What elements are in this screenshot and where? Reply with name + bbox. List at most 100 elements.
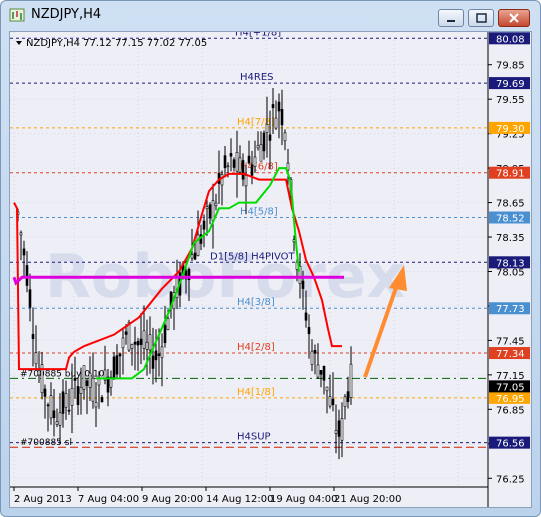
candle-body [19,232,23,236]
candle-body [214,202,218,206]
current-price-tag-label: 77.05 [496,382,525,393]
candle-body [244,175,248,187]
candle-body [256,145,260,149]
candle-body [349,363,353,399]
candle-body [205,206,209,210]
candle-body [334,430,338,434]
candle-body [232,159,236,168]
chart-window-icon [9,8,25,22]
candle-body [145,341,149,350]
price-tick-label: 79.55 [496,95,525,106]
close-button[interactable] [498,9,530,27]
candle-body [157,353,161,357]
price-tick-label: 77.45 [496,336,525,347]
candle-body [43,388,47,397]
level-price-tag-label: 76.56 [496,439,525,450]
candle-body [193,252,197,260]
candle-body [226,165,230,168]
level-label: H4[3/8] [237,297,275,308]
candle-body [307,327,311,335]
chart-window: NZDJPY,H4 RoboForex H4[+1/8] H4RES H4[7/8]… [0,0,541,517]
candle-body [190,254,194,259]
candle-body [322,366,326,381]
candle-body [142,330,146,349]
time-tick-label: 9 Aug 20:00 [142,494,203,505]
candle-body [160,346,164,359]
candle-body [265,124,269,133]
close-icon [509,13,519,23]
candle-body [343,396,347,407]
candle-body [73,377,77,381]
candle-body [37,370,41,376]
level-label: H4SUP [237,432,271,443]
candle-body [58,412,62,426]
candle-body [115,355,119,375]
order-label: #700885 sl [20,438,72,448]
time-tick-label: 7 Aug 04:00 [78,494,139,505]
candle-body [163,325,167,344]
candle-body [337,420,341,437]
candle-body [268,134,272,141]
candle-body [220,174,224,186]
candle-body [100,397,104,403]
level-label: H4[1/8] [237,387,275,398]
level-label: H4[+1/8] [235,32,281,38]
candle-body [34,352,38,365]
candle-body [274,117,278,129]
candle-body [277,101,281,112]
price-tick-label: 76.25 [496,474,525,485]
candle-body [130,344,134,349]
title-bar[interactable]: NZDJPY,H4 [1,1,540,29]
candle-body [121,337,125,349]
level-price-tag-label: 78.91 [496,169,525,180]
level-label: H4[2/8] [237,342,275,353]
candle-body [328,396,332,407]
level-price-tag-label: 77.34 [496,349,525,360]
candle-body [247,155,251,164]
candle-body [319,370,323,375]
candle-body [283,132,287,142]
level-label: D1[5/8] H4PIVOT [210,251,296,262]
level-price-tag-label: 78.13 [496,258,525,269]
candle-body [61,391,65,414]
order-label: #700885 buy 0.10 [20,369,105,379]
level-price-tag-label: 79.30 [496,124,525,135]
price-tick-label: 78.35 [496,233,525,244]
price-tick-label: 76.85 [496,405,525,416]
candle-body [292,239,296,243]
candle-body [133,341,137,345]
candle-body [310,350,314,365]
candle-body [85,380,89,387]
candle-body [67,409,71,412]
candle-body [166,318,170,330]
candle-body [259,144,263,162]
candle-body [154,350,158,361]
level-price-tag-label: 78.52 [496,213,525,224]
candle-body [55,421,59,425]
price-chart[interactable]: RoboForex H4[+1/8]H4RESH4[7/8]H4[6/8]H4[… [10,27,531,507]
candle-body [316,364,320,378]
candle-body [202,220,206,230]
candle-body [253,156,257,167]
chart-frame[interactable]: RoboForex H4[+1/8] H4RES H4[7/8] H4[6/8] H4[… [9,27,532,508]
candle-body [76,386,80,405]
time-tick-label: 14 Aug 12:00 [206,494,273,505]
candle-body [52,410,56,418]
candle-body [88,372,92,388]
price-tick-label: 78.65 [496,199,525,210]
chart-header: NZDJPY,H4 77.12 77.15 77.02 77.05 [16,38,207,49]
candle-body [151,355,155,369]
candle-body [211,200,215,222]
maximize-button[interactable] [468,9,494,27]
candle-body [127,322,131,351]
candle-body [64,393,68,408]
candle-body [238,157,242,173]
minimize-button[interactable] [438,9,464,27]
candle-body [139,338,143,345]
candle-body [208,204,212,219]
candle-body [118,353,122,357]
time-tick-label: 19 Aug 04:00 [270,494,337,505]
level-price-tag-label: 79.69 [496,79,525,90]
level-price-tag-label: 77.73 [496,304,525,315]
candle-body [241,160,245,180]
